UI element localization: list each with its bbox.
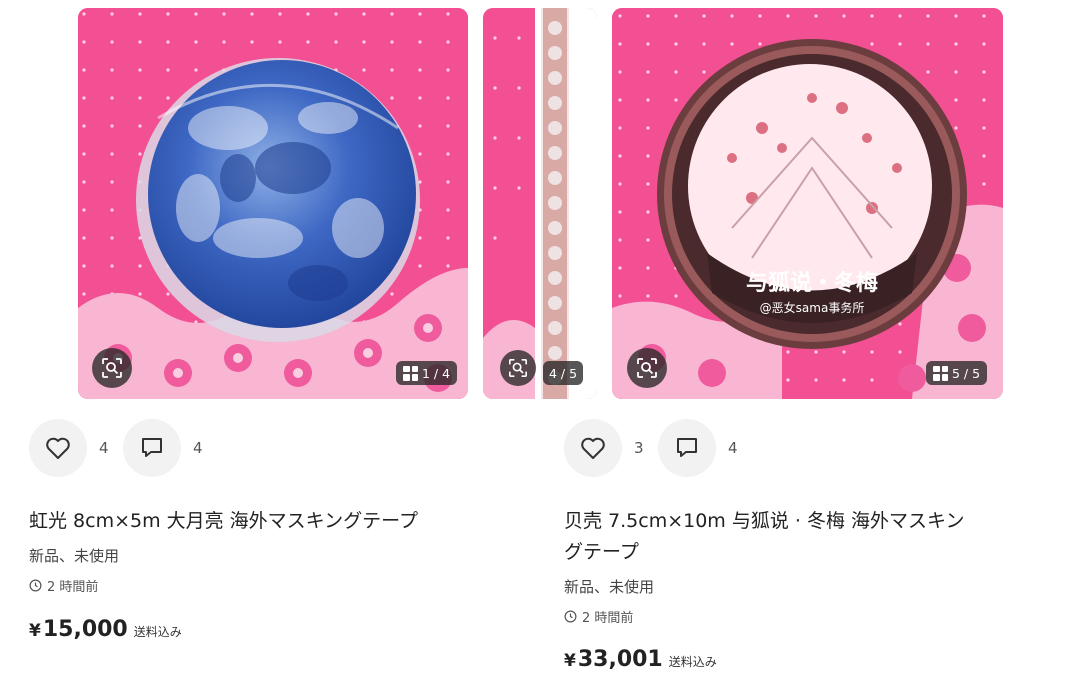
shipping-note: 送料込み bbox=[668, 655, 717, 669]
item-price: ¥ 33,001 送料込み bbox=[564, 647, 717, 672]
item-price: ¥ 15,000 送料込み bbox=[29, 617, 182, 642]
clock-icon bbox=[564, 610, 577, 623]
comment-action[interactable]: 4 bbox=[123, 419, 203, 477]
image-counter: 4 / 5 bbox=[549, 365, 578, 381]
item-time: 2 時間前 bbox=[564, 607, 633, 626]
like-count: 4 bbox=[99, 439, 109, 457]
price-amount: 15,000 bbox=[42, 617, 128, 642]
scan-icon bbox=[102, 358, 122, 378]
plum-tape-photo: 与狐说・冬梅 @恶女sama事务所 bbox=[612, 8, 1003, 399]
scan-button[interactable] bbox=[627, 348, 667, 388]
tape-print-subtitle: @恶女sama事务所 bbox=[760, 300, 865, 315]
currency-symbol: ¥ bbox=[564, 651, 576, 671]
image-counter: 1 / 4 bbox=[422, 365, 451, 381]
image-count-badge: 1 / 4 bbox=[396, 361, 458, 385]
like-button[interactable] bbox=[29, 419, 87, 477]
comment-icon bbox=[677, 438, 697, 457]
item-time: 2 時間前 bbox=[29, 576, 98, 595]
grid-icon bbox=[403, 365, 418, 381]
shipping-note: 送料込み bbox=[133, 625, 182, 639]
heart-icon bbox=[46, 437, 70, 459]
comment-icon bbox=[142, 438, 162, 457]
scan-icon bbox=[637, 358, 657, 378]
heart-icon bbox=[581, 437, 605, 459]
clock-icon bbox=[29, 579, 42, 592]
like-count: 3 bbox=[634, 439, 644, 457]
tape-print-title: 与狐说・冬梅 bbox=[746, 270, 878, 296]
item-condition: 新品、未使用 bbox=[29, 547, 120, 565]
product-image-plum-tape[interactable]: 与狐说・冬梅 @恶女sama事务所 5 / 5 bbox=[612, 8, 1003, 399]
comment-count: 4 bbox=[193, 439, 203, 457]
grid-icon bbox=[933, 365, 948, 381]
currency-symbol: ¥ bbox=[29, 621, 41, 641]
product-image-moon-tape[interactable]: 1 / 4 bbox=[78, 8, 468, 399]
partial-photo bbox=[483, 8, 597, 399]
comment-count: 4 bbox=[728, 439, 738, 457]
like-action[interactable]: 3 bbox=[564, 419, 644, 477]
scan-icon bbox=[509, 359, 527, 377]
like-action[interactable]: 4 bbox=[29, 419, 109, 477]
price-amount: 33,001 bbox=[577, 647, 663, 672]
product-image-partial[interactable]: 4 / 5 bbox=[483, 8, 597, 399]
moon-tape-photo bbox=[78, 8, 468, 399]
comment-button[interactable] bbox=[658, 419, 716, 477]
comment-button[interactable] bbox=[123, 419, 181, 477]
like-button[interactable] bbox=[564, 419, 622, 477]
item-title[interactable]: 贝壳 7.5cm×10m 与狐说 · 冬梅 海外マスキン グテープ bbox=[564, 506, 1064, 568]
item-title-line1: 贝壳 7.5cm×10m 与狐说 · 冬梅 海外マスキン bbox=[564, 510, 965, 532]
scan-button[interactable] bbox=[500, 350, 536, 386]
item-title[interactable]: 虹光 8cm×5m 大月亮 海外マスキングテープ bbox=[29, 506, 509, 537]
image-count-badge: 5 / 5 bbox=[926, 361, 988, 385]
image-counter: 5 / 5 bbox=[952, 365, 981, 381]
comment-action[interactable]: 4 bbox=[658, 419, 738, 477]
item-title-line2: グテープ bbox=[564, 541, 639, 563]
image-count-badge: 4 / 5 bbox=[543, 361, 584, 385]
scan-button[interactable] bbox=[92, 348, 132, 388]
item-condition: 新品、未使用 bbox=[564, 578, 655, 596]
